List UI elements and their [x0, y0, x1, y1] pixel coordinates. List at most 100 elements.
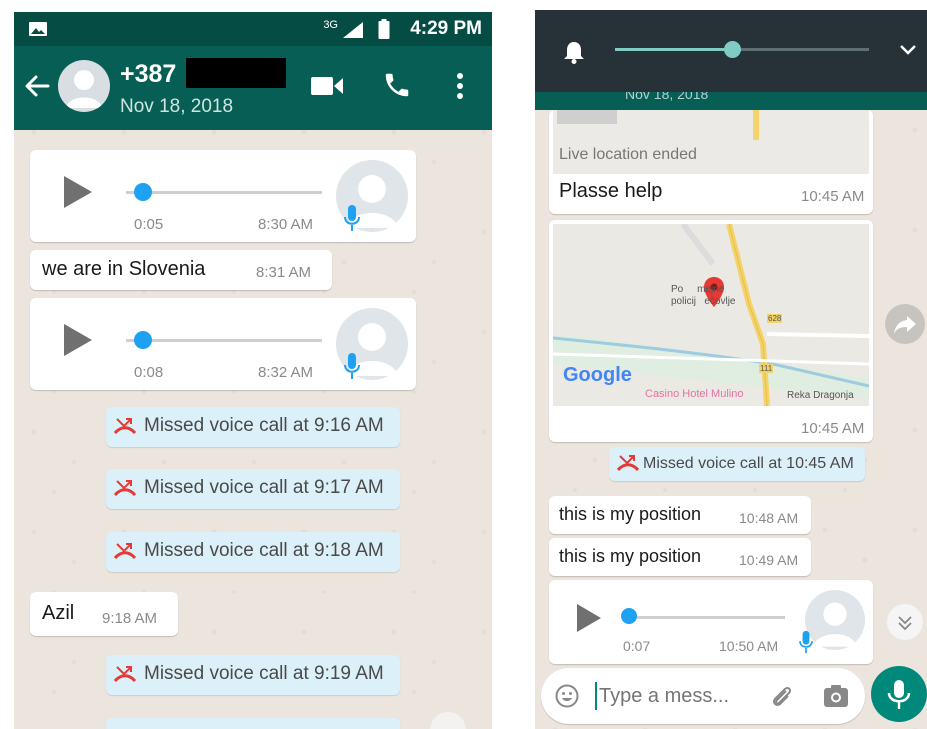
message-time: 8:31 AM	[256, 264, 312, 281]
network-type: 3G	[323, 19, 338, 31]
audio-knob[interactable]	[621, 608, 637, 624]
map-poi-label: Casino Hotel Mulino	[645, 388, 744, 400]
missed-call-text: Missed voice call at 10:45 AM	[643, 455, 854, 472]
audio-knob[interactable]	[134, 183, 152, 201]
mic-icon	[887, 680, 911, 709]
live-location-message: Live location ended Plasse help 10:45 AM	[549, 110, 873, 214]
right-screenshot: Nov 18, 2018 Live location ended Plasse …	[535, 10, 927, 729]
missed-call-text: Missed voice call at 9:18 AM	[144, 540, 384, 561]
forward-button[interactable]	[885, 304, 925, 344]
map-thumbnail[interactable]: Po mejne policij ečovlje 628 111 Google …	[553, 224, 869, 406]
missed-call-text: Missed voice call at 9:17 AM	[144, 477, 384, 498]
status-bar: 3G 4:29 PM	[14, 12, 492, 46]
voice-record-button[interactable]	[871, 666, 927, 722]
more-vert-icon[interactable]	[450, 70, 470, 102]
attach-icon[interactable]	[769, 684, 795, 710]
missed-call-notice-partial	[106, 718, 400, 729]
clock: 4:29 PM	[410, 18, 482, 39]
person-icon	[813, 602, 857, 647]
voice-message: 0:05 8:30 AM	[30, 150, 416, 242]
redaction-bar	[186, 58, 286, 88]
message-time: 10:49 AM	[739, 552, 799, 568]
contact-name[interactable]: +387	[120, 60, 176, 89]
battery-icon	[378, 19, 390, 39]
mic-icon	[344, 205, 360, 231]
missed-call-icon	[114, 543, 136, 560]
chevron-down-icon[interactable]	[899, 44, 917, 56]
phone-icon[interactable]	[382, 70, 412, 100]
mic-icon	[799, 630, 813, 654]
message-bubble: we are in Slovenia 8:31 AM	[30, 250, 332, 290]
message-text: we are in Slovenia	[42, 258, 206, 280]
signal-icon	[343, 22, 363, 38]
message-time: 9:18 AM	[102, 610, 158, 627]
volume-panel	[535, 10, 927, 92]
sender-avatar	[805, 590, 865, 650]
message-bubble: this is my position 10:48 AM	[549, 496, 811, 534]
video-call-icon[interactable]	[310, 74, 344, 98]
audio-knob[interactable]	[134, 331, 152, 349]
back-arrow-icon[interactable]	[22, 71, 52, 101]
mic-icon	[344, 353, 360, 379]
audio-track[interactable]	[126, 339, 322, 342]
map-road-shield: 111	[759, 364, 774, 373]
message-text: Plasse help	[559, 180, 663, 202]
message-time: 8:30 AM	[258, 216, 314, 233]
message-time: 8:32 AM	[258, 364, 314, 381]
play-icon[interactable]	[577, 604, 601, 632]
missed-call-notice: Missed voice call at 9:19 AM	[106, 655, 400, 695]
scroll-down-button[interactable]	[887, 604, 923, 640]
missed-call-icon	[114, 418, 136, 435]
map-river-label: Reka Dragonja	[787, 390, 854, 401]
text-cursor	[595, 682, 597, 710]
message-time: 10:50 AM	[719, 638, 779, 654]
voice-duration: 0:08	[134, 364, 164, 381]
location-message: Po mejne policij ečovlje 628 111 Google …	[549, 220, 873, 442]
message-bubble: this is my position 10:49 AM	[549, 538, 811, 576]
missed-call-notice: Missed voice call at 10:45 AM	[609, 447, 865, 481]
voice-duration: 0:07	[623, 638, 651, 654]
emoji-icon[interactable]	[555, 684, 579, 708]
map-place-label: Po mejne policij ečovlje	[671, 284, 736, 307]
map-road-shield: 628	[767, 314, 783, 323]
message-time: 10:48 AM	[739, 510, 799, 526]
bell-icon[interactable]	[563, 40, 585, 64]
missed-call-notice: Missed voice call at 9:18 AM	[106, 532, 400, 572]
audio-track[interactable]	[126, 191, 322, 194]
camera-icon[interactable]	[823, 684, 849, 708]
contact-avatar[interactable]	[58, 60, 110, 112]
missed-call-icon	[617, 455, 639, 472]
message-input-bar	[541, 668, 865, 724]
forward-icon	[894, 316, 916, 334]
map-thumbnail-partial[interactable]	[553, 110, 869, 174]
missed-call-notice: Missed voice call at 9:16 AM	[106, 407, 400, 447]
map-road	[753, 110, 759, 140]
missed-call-notice: Missed voice call at 9:17 AM	[106, 469, 400, 509]
message-text: this is my position	[559, 504, 702, 524]
play-icon[interactable]	[64, 324, 92, 356]
person-icon	[66, 70, 102, 108]
chat-header-partial: Nov 18, 2018	[535, 86, 927, 110]
message-bubble: Azil 9:18 AM	[30, 592, 178, 636]
left-screenshot: 3G 4:29 PM +387 Nov 18, 2018 0:05 8:30 A…	[14, 12, 492, 729]
message-time: 10:45 AM	[801, 420, 865, 437]
voice-message: 0:08 8:32 AM	[30, 298, 416, 390]
voice-duration: 0:05	[134, 216, 164, 233]
audio-track[interactable]	[627, 616, 785, 619]
chat-header: +387 Nov 18, 2018	[14, 46, 492, 130]
volume-fill	[615, 48, 733, 51]
missed-call-icon	[114, 480, 136, 497]
message-text: Azil	[42, 602, 75, 624]
map-logo-partial	[557, 110, 617, 124]
voice-message: 0:07 10:50 AM	[549, 580, 873, 664]
missed-call-icon	[114, 666, 136, 683]
play-icon[interactable]	[64, 176, 92, 208]
message-text: this is my position	[559, 546, 702, 566]
map-google-logo: Google	[563, 364, 632, 386]
message-input[interactable]	[599, 680, 759, 712]
message-time: 10:45 AM	[801, 188, 865, 205]
live-location-status: Live location ended	[559, 146, 697, 163]
chevron-double-down-icon	[898, 616, 912, 631]
volume-slider-thumb[interactable]	[724, 41, 741, 58]
missed-call-text: Missed voice call at 9:19 AM	[144, 663, 384, 684]
